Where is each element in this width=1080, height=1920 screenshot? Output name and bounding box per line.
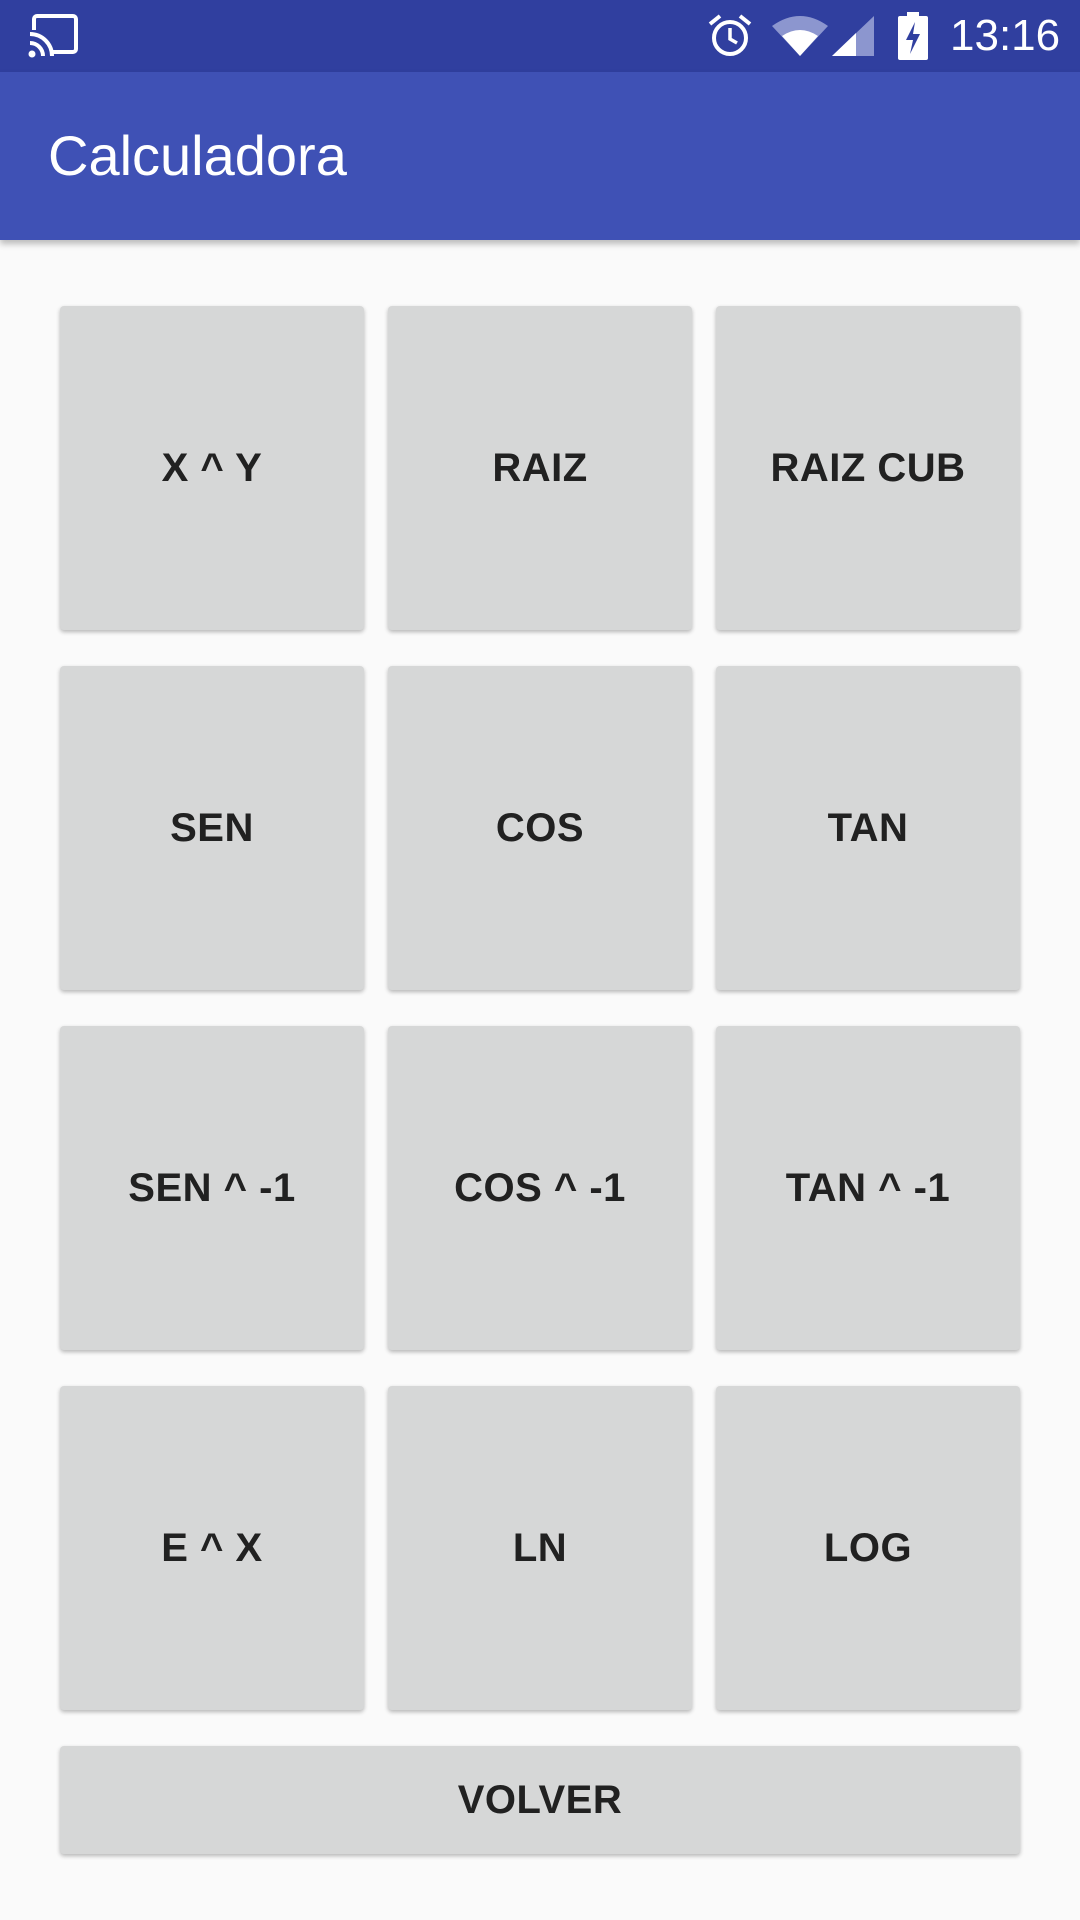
battery-charging-icon — [898, 12, 928, 60]
status-time: 13:16 — [950, 11, 1061, 60]
cosine-button[interactable]: COS — [388, 666, 692, 990]
status-bar: 13:16 — [0, 0, 1080, 72]
app-bar: Calculadora — [0, 72, 1080, 240]
arctangent-button[interactable]: TAN ^ -1 — [716, 1026, 1020, 1350]
cast-icon — [28, 14, 78, 58]
signal-icon — [832, 16, 874, 56]
natural-log-button[interactable]: LN — [388, 1386, 692, 1710]
log-button[interactable]: LOG — [716, 1386, 1020, 1710]
arcsine-button[interactable]: SEN ^ -1 — [60, 1026, 364, 1350]
sine-button[interactable]: SEN — [60, 666, 364, 990]
cube-root-button[interactable]: RAIZ CUB — [716, 306, 1020, 630]
tangent-button[interactable]: TAN — [716, 666, 1020, 990]
square-root-button[interactable]: RAIZ — [388, 306, 692, 630]
arccosine-button[interactable]: COS ^ -1 — [388, 1026, 692, 1350]
exponential-button[interactable]: E ^ X — [60, 1386, 364, 1710]
volver-button[interactable]: VOLVER — [60, 1746, 1020, 1854]
alarm-icon — [708, 14, 752, 56]
wifi-icon — [772, 16, 828, 56]
app-title: Calculadora — [48, 124, 347, 187]
power-button[interactable]: X ^ Y — [60, 306, 364, 630]
